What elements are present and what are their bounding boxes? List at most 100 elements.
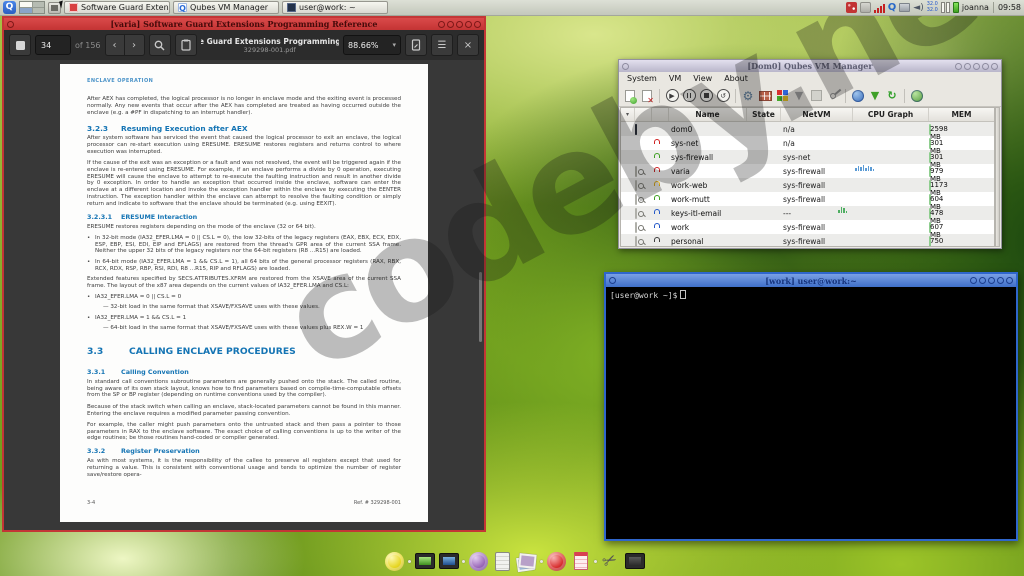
new-vm-icon [625, 90, 635, 102]
table-row[interactable]: work-web sys-firewall 1173 MB [621, 178, 994, 192]
dock-browser-purple-icon[interactable] [468, 551, 489, 572]
dock-images-icon[interactable] [516, 551, 537, 572]
dock-scissors-icon[interactable]: ✂ [600, 551, 621, 572]
zoom-select[interactable]: 88.66% ▾ [343, 35, 401, 55]
vm-table-scrollbar[interactable] [995, 107, 1000, 247]
update-vm-button[interactable]: ▼ [867, 88, 883, 104]
create-vm-button[interactable] [622, 88, 638, 104]
table-row[interactable]: keys-itl-email --- 478 MB [621, 206, 994, 220]
keys-button[interactable] [825, 88, 841, 104]
page-number-input[interactable]: 34 [35, 35, 71, 55]
window-button[interactable] [979, 277, 986, 284]
workspace-3[interactable] [20, 8, 32, 13]
window-button[interactable] [438, 21, 445, 28]
dock-browser-yellow-icon[interactable] [384, 551, 405, 572]
menu-about[interactable]: About [718, 74, 754, 83]
column-netvm[interactable]: NetVM [781, 108, 853, 121]
pause-icon [683, 89, 696, 102]
window-shade-button[interactable] [988, 277, 995, 284]
tray-updates-icon[interactable] [846, 2, 857, 13]
window-menu-button[interactable] [622, 63, 629, 70]
column-name[interactable]: Name [669, 108, 747, 121]
window-close-button[interactable] [474, 21, 481, 28]
globalsettings-button[interactable] [850, 88, 866, 104]
window-menu-button[interactable] [609, 277, 616, 284]
dock-terminal-dark-icon[interactable] [624, 551, 645, 572]
window-button[interactable] [964, 63, 971, 70]
sidebar-toggle-button[interactable] [9, 34, 31, 56]
table-row[interactable]: work sys-firewall 607 MB [621, 220, 994, 234]
workspace-4[interactable] [33, 8, 45, 13]
vm-manager-titlebar[interactable]: [Dom0] Qubes VM Manager [619, 60, 1001, 72]
shutdown-vm-button[interactable] [698, 88, 714, 104]
workspace-1[interactable] [20, 2, 32, 7]
taskbar-button-terminal[interactable]: user@work: ~ [282, 1, 388, 14]
appmenus-button[interactable]: ▼ [791, 88, 807, 104]
tray-devices-icon[interactable] [860, 2, 871, 13]
previous-page-button[interactable]: ‹ [105, 34, 125, 56]
column-mem[interactable]: MEM [929, 108, 994, 121]
taskbar-button-vm-manager[interactable]: Q Qubes VM Manager [173, 1, 279, 14]
dock-browser-red-icon[interactable] [546, 551, 567, 572]
network-button[interactable] [909, 88, 925, 104]
dock-terminal-green-icon[interactable] [414, 551, 435, 572]
workspace-2[interactable] [33, 2, 45, 7]
pdf-content-area[interactable]: ENCLAVE OPERATION After AEX has complete… [4, 60, 484, 530]
table-row[interactable]: dom0 n/a 2598 MB [621, 122, 994, 136]
window-button[interactable] [970, 277, 977, 284]
screenshot-tool-icon[interactable] [48, 2, 61, 14]
terminal-content[interactable]: [user@work ~]$ [606, 287, 1016, 539]
paragraph: Extended features specified by SECS.ATTR… [87, 276, 401, 290]
dock-document-red-icon[interactable] [570, 551, 591, 572]
menu-view[interactable]: View [687, 74, 718, 83]
window-maximize-button[interactable] [982, 63, 989, 70]
window-shade-button[interactable] [973, 63, 980, 70]
network-signal-icon[interactable] [874, 2, 885, 13]
table-row[interactable]: varia sys-firewall 979 MB [621, 164, 994, 178]
pdf-titlebar[interactable]: [varia] Software Guard Extensions Progra… [4, 18, 484, 30]
sort-chevron-icon[interactable]: ▾ [621, 108, 635, 121]
column-cpu[interactable]: CPU Graph [853, 108, 929, 121]
restart-vm-button[interactable]: ↺ [715, 88, 731, 104]
evince-close-button[interactable]: × [457, 34, 479, 56]
labels-button[interactable] [774, 88, 790, 104]
disabled-button[interactable] [808, 88, 824, 104]
dock-archive-icon[interactable] [492, 551, 513, 572]
window-maximize-button[interactable] [997, 277, 1004, 284]
printer-tray-icon[interactable] [899, 3, 910, 12]
table-row[interactable]: work-mutt sys-firewall 604 MB [621, 192, 994, 206]
annotations-button[interactable] [405, 34, 427, 56]
pdf-scrollbar[interactable] [479, 272, 482, 343]
workspace-pager[interactable] [19, 1, 45, 14]
refresh-button[interactable]: ↻ [884, 88, 900, 104]
window-close-button[interactable] [1006, 277, 1013, 284]
terminal-titlebar[interactable]: [work] user@work:~ [606, 274, 1016, 287]
window-button[interactable] [955, 63, 962, 70]
window-close-button[interactable] [991, 63, 998, 70]
qubes-tray-icon[interactable]: Q [888, 2, 897, 13]
window-shade-button[interactable] [456, 21, 463, 28]
volume-icon[interactable]: ◄) [913, 3, 923, 13]
next-page-button[interactable]: › [125, 34, 145, 56]
qubes-menu-icon[interactable]: Q [3, 1, 16, 14]
vm-table-header[interactable]: ▾ Name State NetVM CPU Graph MEM [621, 108, 994, 122]
column-state[interactable]: State [747, 108, 781, 121]
remove-vm-button[interactable] [639, 88, 655, 104]
firewall-button[interactable] [757, 88, 773, 104]
menu-vm[interactable]: VM [663, 74, 687, 83]
window-menu-button[interactable] [7, 21, 14, 28]
vm-settings-button[interactable]: ⚙ [740, 88, 756, 104]
table-row[interactable]: sys-net n/a 301 MB [621, 136, 994, 150]
annotate-button[interactable] [175, 34, 197, 56]
menu-button[interactable]: ☰ [431, 34, 453, 56]
start-vm-button[interactable]: ▶ [664, 88, 680, 104]
search-button[interactable] [149, 34, 171, 56]
window-maximize-button[interactable] [465, 21, 472, 28]
dock-terminal-blue-icon[interactable] [438, 551, 459, 572]
menu-system[interactable]: System [621, 74, 663, 83]
pause-vm-button[interactable] [681, 88, 697, 104]
taskbar-button-pdf[interactable]: Software Guard Extensio... [64, 1, 170, 14]
table-row[interactable]: sys-firewall sys-net 301 MB [621, 150, 994, 164]
search-vm-icon [635, 208, 637, 219]
window-button[interactable] [447, 21, 454, 28]
